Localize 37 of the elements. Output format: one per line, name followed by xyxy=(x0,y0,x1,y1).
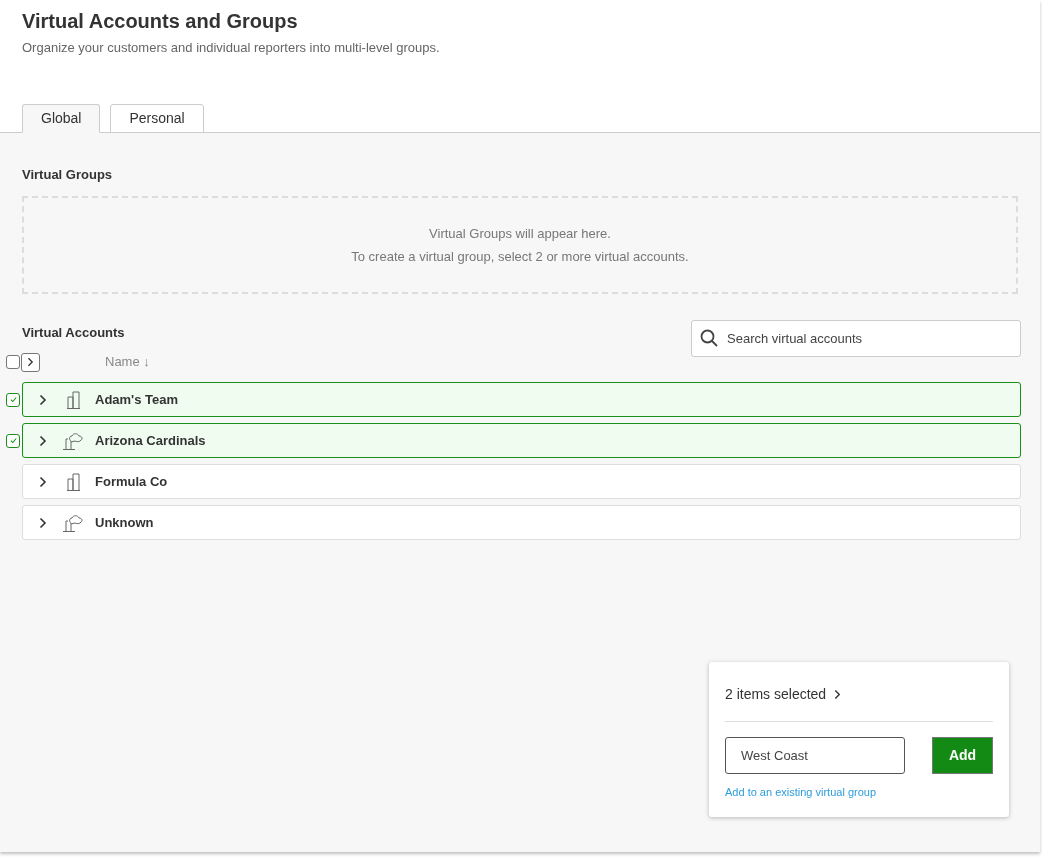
building-icon xyxy=(67,472,81,491)
expand-all-button[interactable] xyxy=(21,352,40,372)
tab[interactable]: Personal xyxy=(110,103,204,133)
account-name: Adam's Team xyxy=(95,390,179,409)
selection-count[interactable]: 2 items selected xyxy=(725,684,842,705)
account-row[interactable]: Adam's Team xyxy=(22,382,1021,417)
search-field[interactable]: Search virtual accounts xyxy=(691,320,1021,357)
account-row[interactable]: Formula Co xyxy=(22,464,1021,499)
empty-message: To create a virtual group, select 2 or more virtual accounts. xyxy=(351,248,689,266)
account-row[interactable]: Unknown xyxy=(22,505,1021,540)
tab[interactable]: Global xyxy=(22,103,101,133)
chevron-icon xyxy=(39,393,47,406)
page-title: Virtual Accounts and Groups xyxy=(22,9,299,34)
search-icon xyxy=(700,329,718,347)
add-button[interactable]: Add xyxy=(932,737,993,774)
checkbox[interactable] xyxy=(6,433,20,448)
chevron-icon xyxy=(39,434,47,447)
page-subtitle: Organize your customers and individual reporters into multi-level groups. xyxy=(22,39,441,57)
checkbox[interactable] xyxy=(6,355,20,369)
account-name: Arizona Cardinals xyxy=(95,431,206,450)
checkmark-icon xyxy=(8,436,18,445)
tree-icon xyxy=(63,431,85,450)
chevron-icon xyxy=(834,689,842,700)
empty-message: Virtual Groups will appear here. xyxy=(429,224,611,243)
section-heading: Virtual Accounts xyxy=(22,324,125,342)
checkmark-icon xyxy=(8,395,18,404)
chevron-icon xyxy=(39,516,47,529)
account-row[interactable]: Arizona Cardinals xyxy=(22,423,1021,458)
section-heading: Virtual Groups xyxy=(22,165,114,184)
account-name: Formula Co xyxy=(95,472,168,491)
group-name-input[interactable]: West Coast xyxy=(725,737,905,774)
account-name: Unknown xyxy=(95,513,154,532)
building-icon xyxy=(67,390,81,409)
checkbox[interactable] xyxy=(6,392,20,407)
chevron-icon xyxy=(39,475,47,488)
tree-icon xyxy=(63,513,85,532)
chevron-icon xyxy=(27,357,34,367)
